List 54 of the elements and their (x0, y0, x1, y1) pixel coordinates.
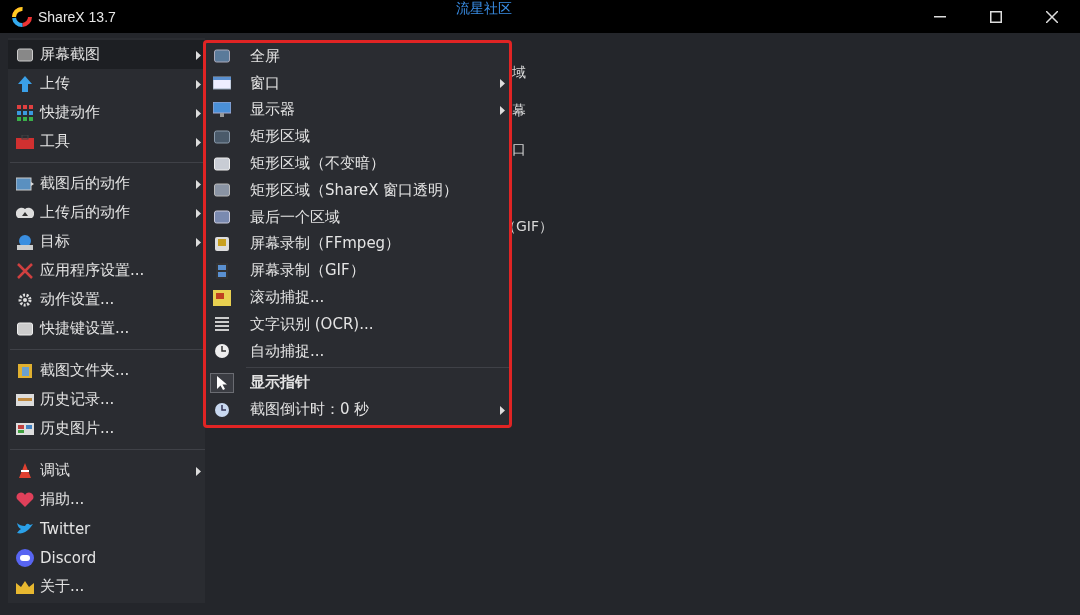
submenu-arrow-icon (196, 79, 201, 89)
menu-item[interactable]: 显示指针 (206, 369, 509, 397)
menu-item[interactable]: 历史图片... (8, 414, 205, 443)
watermark-text: 流星社区 (455, 0, 512, 18)
submenu-arrow-icon (500, 405, 505, 415)
menu-item[interactable]: Twitter (8, 514, 205, 543)
submenu-arrow-icon (500, 106, 505, 115)
background-text: 口 (512, 141, 526, 159)
menu-item[interactable]: 屏幕截图 (8, 40, 205, 69)
menu-item[interactable]: 调试 (8, 456, 205, 485)
minimize-icon (934, 15, 946, 18)
submenu-arrow-icon (500, 79, 505, 89)
menu-item[interactable]: 矩形区域 (206, 123, 509, 151)
submenu-arrow-icon (196, 137, 201, 147)
app-logo-icon (12, 6, 32, 27)
menu-item[interactable]: 文字识别 (OCR)... (206, 310, 509, 338)
maximize-icon (990, 10, 1002, 23)
chat-icon (14, 547, 36, 568)
menu-item[interactable]: 上传 (8, 69, 205, 98)
submenu-arrow-icon (196, 179, 201, 189)
submenu-arrow-icon (196, 108, 201, 118)
menu-item[interactable]: 工具 (8, 127, 205, 156)
background-text: 幕 (512, 102, 526, 120)
submenu-arrow-icon (196, 50, 201, 60)
menu-item[interactable]: 窗口 (206, 69, 509, 97)
menu-item[interactable]: 动作设置... (8, 285, 205, 314)
menu-item[interactable]: 快捷动作 (8, 98, 205, 127)
menu-item[interactable]: Discord (8, 543, 205, 572)
submenu-arrow-icon (196, 237, 201, 247)
menu-item[interactable]: 快捷键设置... (8, 314, 205, 343)
menu-item[interactable]: 显示器 (206, 96, 509, 124)
menu-item[interactable]: 捐助... (8, 485, 205, 514)
window-title: ShareX 13.7 (38, 8, 116, 25)
menu-item[interactable]: 应用程序设置... (8, 256, 205, 285)
menu-item[interactable]: 自动捕捉... (206, 337, 509, 365)
menu-item[interactable]: 最后一个区域 (206, 203, 509, 231)
menu-item[interactable]: 滚动捕捉... (206, 284, 509, 311)
menu-item[interactable]: 矩形区域（ShareX 窗口透明） (206, 177, 509, 204)
menu-item[interactable]: 目标 (8, 227, 205, 256)
submenu-arrow-icon (196, 466, 201, 476)
menu-item[interactable]: 屏幕录制（FFmpeg） (206, 230, 509, 258)
menu-item[interactable]: 截图后的动作 (8, 169, 205, 198)
menu-item[interactable]: 屏幕录制（GIF） (206, 257, 509, 285)
menu-item[interactable]: 关于... (8, 572, 205, 601)
menu-item[interactable]: 截图倒计时：0 秒 (206, 396, 509, 424)
submenu-arrow-icon (196, 208, 201, 218)
menu-item[interactable]: 全屏 (206, 43, 509, 70)
close-icon (1046, 10, 1058, 23)
menu-item[interactable]: 截图文件夹... (8, 356, 205, 385)
menu-item[interactable]: 上传后的动作 (8, 198, 205, 227)
menu-item[interactable]: 矩形区域（不变暗） (206, 150, 509, 177)
grid-icon (14, 102, 36, 123)
menu-item[interactable]: 历史记录... (8, 385, 205, 414)
background-text: 域 (512, 64, 526, 82)
